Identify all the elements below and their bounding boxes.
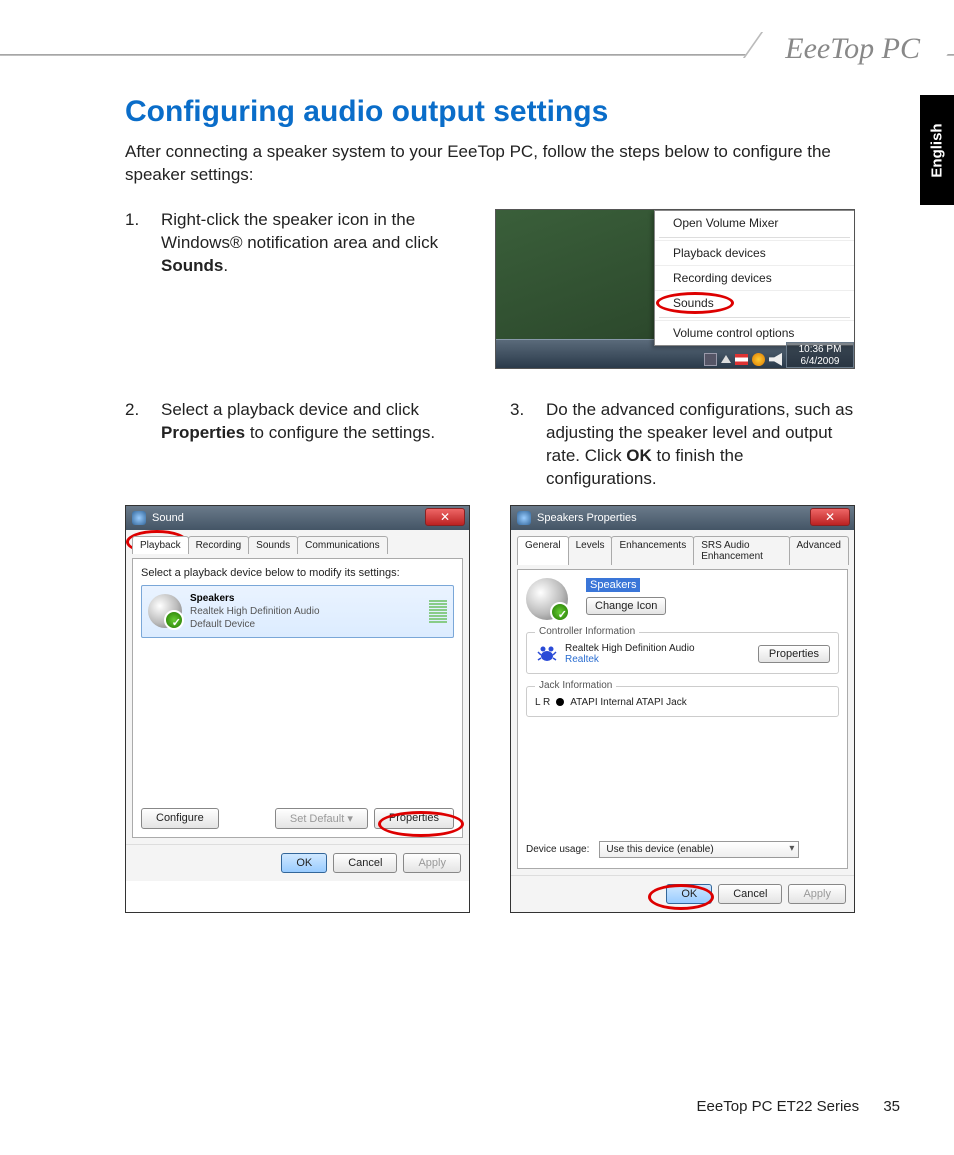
- change-icon-button[interactable]: Change Icon: [586, 597, 666, 615]
- sound-dialog-icon: [132, 511, 146, 525]
- step-1: 1. Right-click the speaker icon in the W…: [125, 209, 475, 278]
- jack-dot-icon: [556, 698, 564, 706]
- tab-enhancements[interactable]: Enhancements: [611, 536, 694, 565]
- props-dialog-title-bar: Speakers Properties ✕: [511, 506, 854, 530]
- footer-series: EeeTop PC ET22 Series: [697, 1098, 860, 1115]
- system-tray: [704, 353, 782, 366]
- device-usage-label: Device usage:: [526, 844, 589, 855]
- step-3: 3. Do the advanced configurations, such …: [510, 399, 855, 491]
- speaker-icon[interactable]: [769, 353, 782, 366]
- tab-recording[interactable]: Recording: [188, 536, 250, 554]
- screenshot-context-menu: Open Volume Mixer Playback devices Recor…: [495, 209, 855, 369]
- device-name: Speakers: [190, 592, 320, 605]
- sound-dialog: Sound ✕ Playback Recording Sounds Commun…: [125, 505, 470, 913]
- ok-button[interactable]: OK: [666, 884, 712, 904]
- menu-item-sounds[interactable]: Sounds: [655, 290, 854, 315]
- jack-description: ATAPI Internal ATAPI Jack: [570, 697, 687, 708]
- tab-srs[interactable]: SRS Audio Enhancement: [693, 536, 789, 565]
- speakers-properties-dialog: Speakers Properties ✕ General Levels Enh…: [510, 505, 855, 913]
- keyboard-icon[interactable]: [704, 353, 717, 366]
- configure-button[interactable]: Configure: [141, 808, 219, 829]
- device-driver: Realtek High Definition Audio: [190, 605, 320, 618]
- apply-button[interactable]: Apply: [403, 853, 461, 873]
- large-speaker-icon: [526, 578, 568, 620]
- page-title: Configuring audio output settings: [125, 95, 855, 129]
- tab-playback[interactable]: Playback: [132, 536, 189, 554]
- playback-device-speakers[interactable]: Speakers Realtek High Definition Audio D…: [141, 585, 454, 638]
- jack-lr-label: L R: [535, 697, 550, 708]
- tab-advanced[interactable]: Advanced: [789, 536, 849, 565]
- tab-sounds[interactable]: Sounds: [248, 536, 298, 554]
- flag-icon[interactable]: [735, 354, 748, 365]
- notification-icon[interactable]: [752, 353, 765, 366]
- close-button[interactable]: ✕: [810, 508, 850, 526]
- language-tab: English: [920, 95, 954, 205]
- device-usage-select[interactable]: Use this device (enable): [599, 841, 799, 858]
- step-2: 2. Select a playback device and click Pr…: [125, 399, 470, 491]
- close-button[interactable]: ✕: [425, 508, 465, 526]
- tray-chevron-icon[interactable]: [721, 355, 731, 363]
- tab-general[interactable]: General: [517, 536, 569, 565]
- jack-info-group: Jack Information L R ATAPI Internal ATAP…: [526, 686, 839, 717]
- footer-page-number: 35: [883, 1098, 900, 1115]
- page-content: Configuring audio output settings After …: [125, 95, 855, 913]
- tab-communications[interactable]: Communications: [297, 536, 387, 554]
- apply-button[interactable]: Apply: [788, 884, 846, 904]
- sound-dialog-title-bar: Sound ✕: [126, 506, 469, 530]
- cancel-button[interactable]: Cancel: [333, 853, 397, 873]
- props-dialog-icon: [517, 511, 531, 525]
- menu-item-volume-mixer[interactable]: Open Volume Mixer: [655, 211, 854, 235]
- taskbar-clock[interactable]: 10:36 PM 6/4/2009: [786, 342, 854, 368]
- intro-text: After connecting a speaker system to you…: [125, 141, 855, 187]
- cancel-button[interactable]: Cancel: [718, 884, 782, 904]
- menu-item-playback[interactable]: Playback devices: [655, 240, 854, 265]
- sound-dialog-tabs: Playback Recording Sounds Communications: [132, 536, 463, 554]
- speaker-context-menu: Open Volume Mixer Playback devices Recor…: [654, 210, 854, 346]
- sound-dialog-title: Sound: [152, 512, 184, 524]
- realtek-crab-icon: [535, 644, 559, 664]
- device-name-field[interactable]: Speakers: [586, 578, 640, 592]
- menu-item-recording[interactable]: Recording devices: [655, 265, 854, 290]
- controller-vendor: Realtek: [565, 654, 695, 665]
- page-footer: EeeTop PC ET22 Series 35: [697, 1098, 900, 1115]
- brand-logo: EeeTop PC: [785, 32, 920, 66]
- controller-name: Realtek High Definition Audio: [565, 643, 695, 654]
- level-meter: [429, 600, 447, 623]
- props-dialog-tabs: General Levels Enhancements SRS Audio En…: [517, 536, 848, 565]
- props-dialog-title: Speakers Properties: [537, 512, 637, 524]
- set-default-button[interactable]: Set Default ▾: [275, 808, 368, 829]
- playback-instruction: Select a playback device below to modify…: [141, 567, 454, 579]
- properties-button[interactable]: Properties: [374, 808, 454, 829]
- controller-properties-button[interactable]: Properties: [758, 645, 830, 663]
- speaker-device-icon: [148, 594, 182, 628]
- controller-info-group: Controller Information Realtek High Defi…: [526, 632, 839, 674]
- ok-button[interactable]: OK: [281, 853, 327, 873]
- device-status: Default Device: [190, 618, 320, 631]
- tab-levels[interactable]: Levels: [568, 536, 613, 565]
